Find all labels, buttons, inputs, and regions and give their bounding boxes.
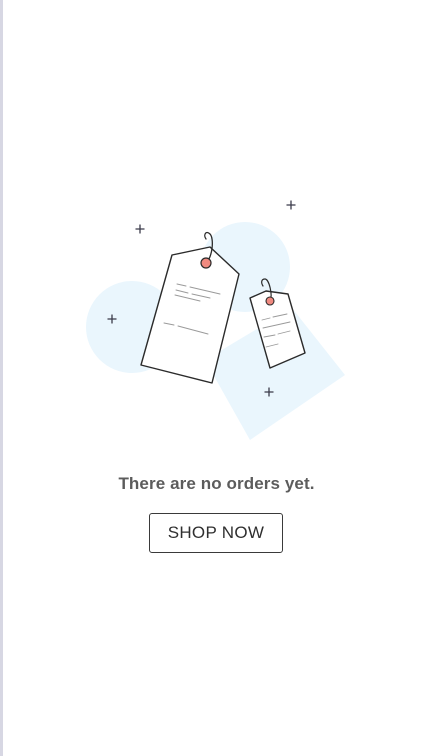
price-tags-icon [80, 190, 360, 450]
empty-orders-state: There are no orders yet. SHOP NOW [0, 0, 427, 756]
empty-orders-message: There are no orders yet. [118, 474, 315, 493]
shop-now-button[interactable]: SHOP NOW [149, 513, 283, 553]
orders-page: There are no orders yet. SHOP NOW [0, 0, 427, 756]
